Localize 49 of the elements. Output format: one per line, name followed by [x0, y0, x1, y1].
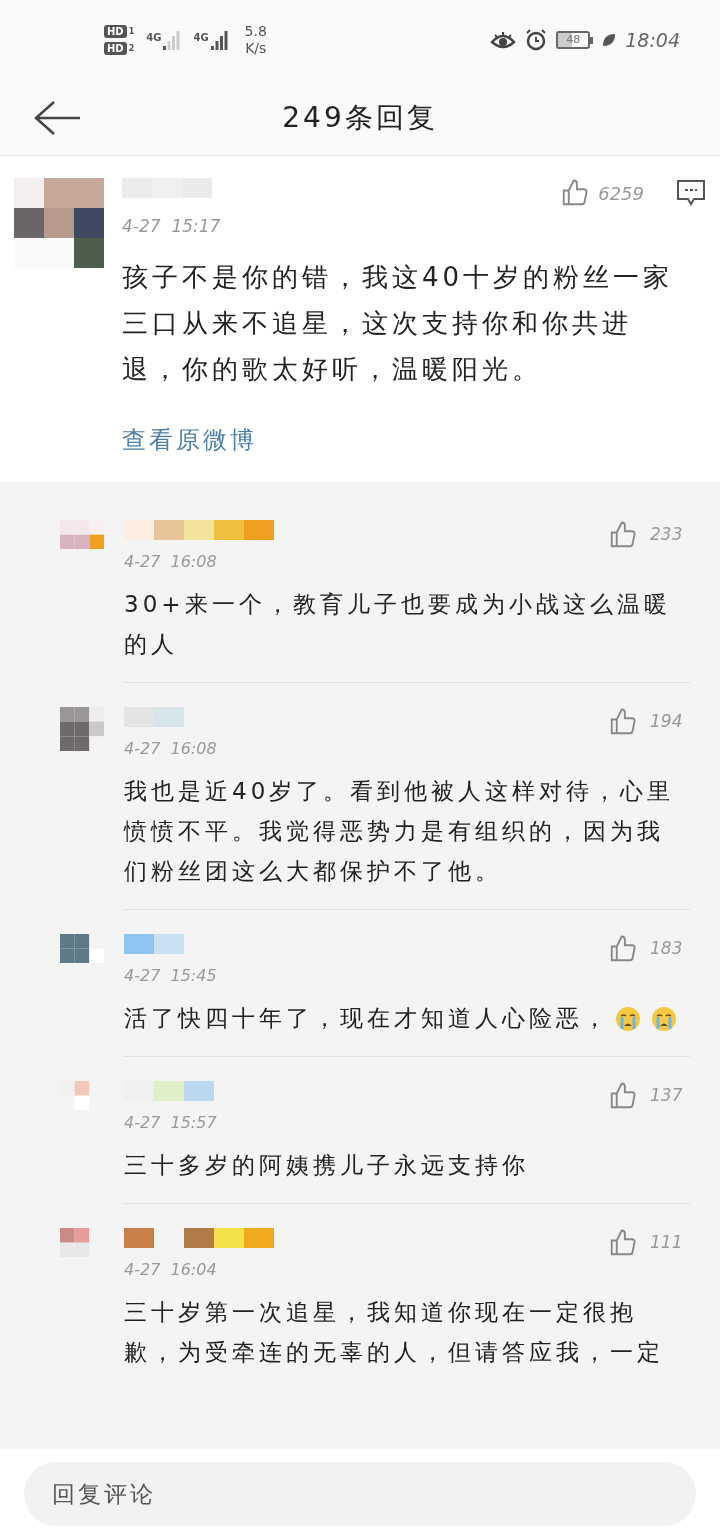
crying-face-icon [614, 1005, 642, 1033]
like-count: 183 [650, 936, 684, 960]
avatar[interactable] [60, 933, 104, 963]
avatar[interactable] [60, 706, 104, 751]
eye-icon [490, 29, 517, 51]
thumbs-up-icon[interactable] [608, 706, 638, 737]
reply-date: 4-27 15:57 [124, 1111, 218, 1134]
like-count: 111 [650, 1230, 684, 1254]
comment-text: 孩子不是你的错，我这40十岁的粉丝一家三口从来不追星，这次支持你和你共进退，你的歌太好听，温暖阳光。 [122, 260, 675, 386]
leaf-icon [601, 32, 618, 48]
thumbs-up-icon[interactable] [608, 1227, 638, 1258]
avatar[interactable] [14, 178, 104, 268]
reply-text: 我也是近40岁了。看到他被人这样对待，心里愤愤不平。我觉得恶势力是有组织的，因为我们粉丝团这么大都保护不了他。 [124, 776, 676, 886]
crying-face-icon [650, 1005, 678, 1033]
signal-icon [210, 30, 229, 50]
reply-date: 4-27 16:08 [124, 550, 218, 573]
clock-time: 18:04 [625, 27, 680, 53]
reply-date: 4-27 16:04 [124, 1258, 218, 1281]
like-count: 194 [650, 709, 684, 733]
like-count: 233 [650, 522, 684, 546]
like-count: 6259 [598, 181, 644, 206]
page-title: 249条回复 [282, 99, 438, 136]
reply-date: 4-27 15:45 [124, 964, 218, 987]
hd-badge: HD [104, 25, 127, 38]
signal-icon [163, 30, 182, 50]
network-speed-unit: K/s [245, 40, 267, 57]
reply-text: 三十岁第一次追星，我知道你现在一定很抱歉，为受牵连的无辜的人，但请答应我，一定 [124, 1297, 665, 1367]
sim-slot: 2 [128, 42, 135, 55]
battery-icon: 48 [556, 31, 594, 49]
network-speed: 5.8 [244, 23, 267, 40]
blurred-username [124, 933, 184, 954]
reply-text: 三十多岁的阿姨携儿子永远支持你 [124, 1150, 530, 1180]
sim-slot: 1 [128, 25, 135, 38]
reply-text: 30+来一个，教育儿子也要成为小战这么温暖的人 [124, 589, 672, 659]
network-type: 4G [146, 31, 162, 45]
blurred-username [124, 706, 184, 727]
view-original-link[interactable]: 查看原微博 [122, 421, 706, 458]
like-count: 137 [650, 1083, 684, 1107]
comment-icon[interactable] [676, 179, 706, 207]
comment-date: 4-27 15:17 [122, 215, 222, 238]
hd-badge: HD [104, 42, 127, 55]
reply-date: 4-27 16:08 [124, 737, 218, 760]
thumbs-up-icon[interactable] [608, 519, 638, 550]
thumbs-up-icon[interactable] [608, 933, 638, 964]
reply-input-field[interactable]: 回复评论 [24, 1462, 696, 1526]
reply-text: 活了快四十年了，现在才知道人心险恶， [124, 997, 690, 1038]
thumbs-up-icon[interactable] [608, 1080, 638, 1111]
network-type: 4G [193, 31, 209, 45]
thumbs-up-icon[interactable] [560, 178, 591, 208]
